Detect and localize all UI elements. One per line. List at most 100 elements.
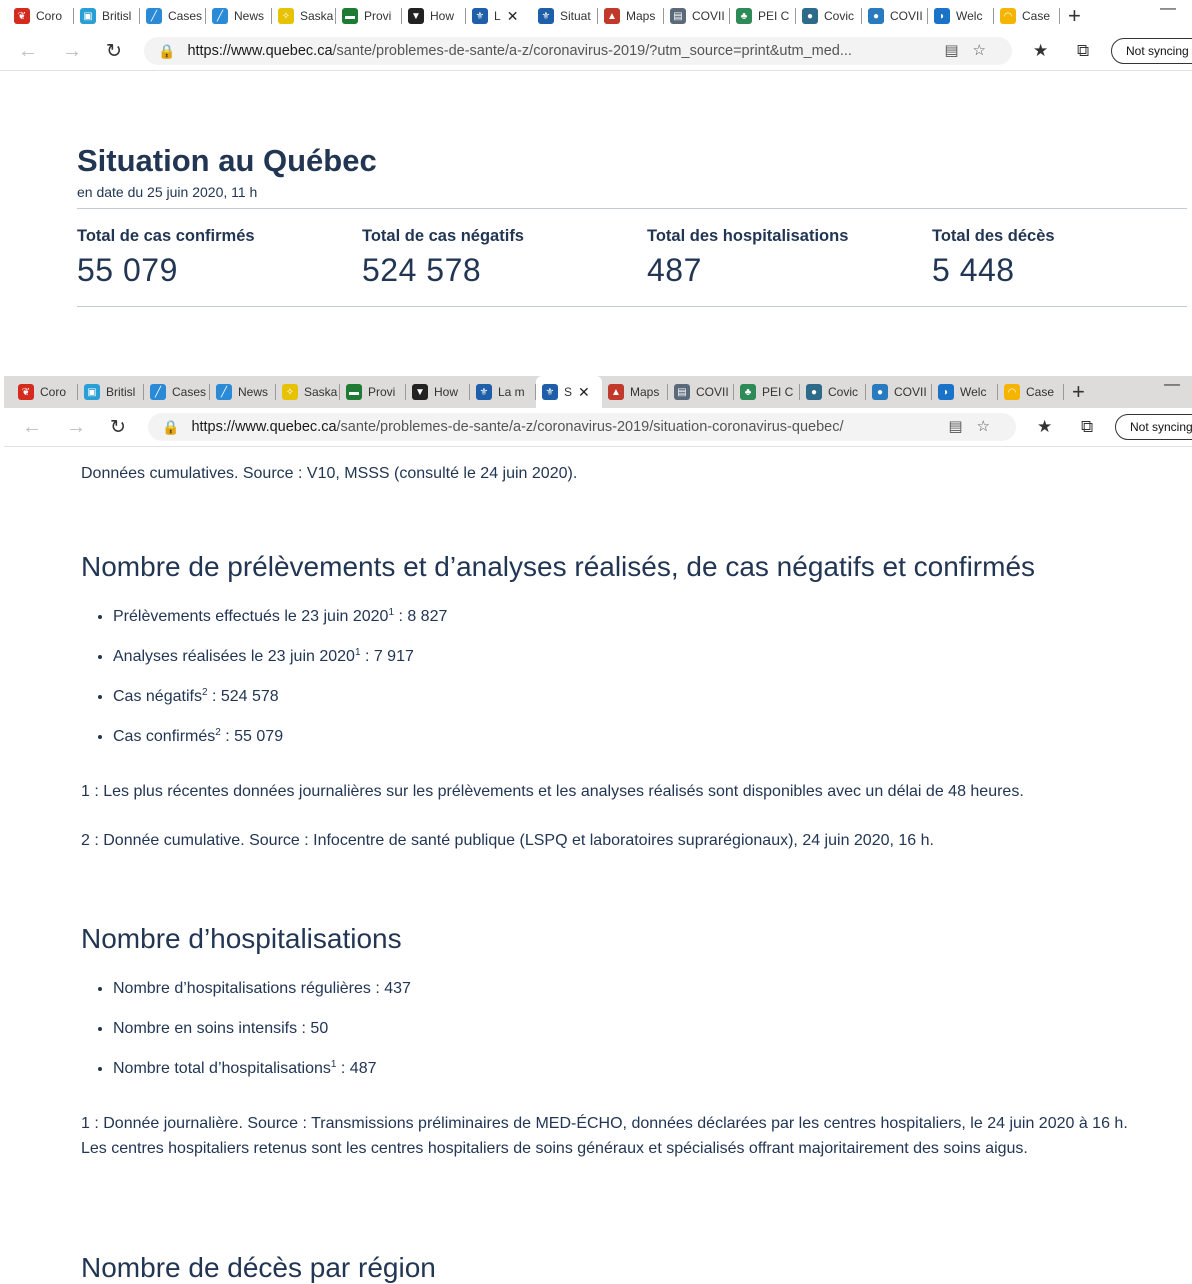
browser-tab[interactable]: ╱ Cases xyxy=(144,376,210,408)
browser-tab[interactable]: ♣ PEI C xyxy=(730,0,796,32)
divider-top xyxy=(77,208,1187,209)
browser-tab[interactable]: ● COVII xyxy=(862,0,928,32)
list-item: Analyses réalisées le 23 juin 20201 : 7 … xyxy=(113,647,1181,667)
tab-favicon-icon: ⚜ xyxy=(542,384,558,400)
browser-tab[interactable]: ╱ Cases xyxy=(140,0,206,32)
tab-separator xyxy=(1063,384,1064,400)
forward-arrow-icon[interactable]: → xyxy=(62,40,82,63)
tab-label: La m xyxy=(498,385,525,399)
browser-tab[interactable]: ● COVII xyxy=(866,376,932,408)
browser-tab[interactable]: ◠ Case xyxy=(998,376,1064,408)
browser-tab[interactable]: ✧ Saska xyxy=(272,0,336,32)
browser-tab[interactable]: ◗ Welc xyxy=(928,0,994,32)
browser-tab[interactable]: ⚜ L ✕ xyxy=(466,0,532,32)
browser-tab[interactable]: ▬ Provi xyxy=(340,376,406,408)
lock-icon: 🔒 xyxy=(158,42,176,59)
stat-label: Total de cas confirmés xyxy=(77,227,255,245)
url-host: https://www.quebec.ca xyxy=(191,419,337,435)
browser-window-2: ❦ Coro ▣ Britisl ╱ Cases ╱ News ✧ Saska ▬ Provi ▼ How… xyxy=(4,376,1192,447)
forward-arrow-icon[interactable]: → xyxy=(66,416,86,439)
browser-tab[interactable]: ╱ News xyxy=(210,376,276,408)
minimize-icon[interactable]: — xyxy=(1160,0,1176,18)
refresh-icon[interactable]: ↻ xyxy=(110,416,126,439)
close-tab-icon[interactable]: ✕ xyxy=(507,8,519,25)
browser-tab[interactable]: ▼ How xyxy=(406,376,470,408)
browser-tab[interactable]: ✧ Saska xyxy=(276,376,340,408)
new-tab-icon[interactable]: + xyxy=(1072,379,1085,405)
browser-tab[interactable]: ▲ Maps xyxy=(598,0,664,32)
tab-separator xyxy=(1059,8,1060,24)
stat-deaths: Total des décès 5 448 xyxy=(932,227,1055,289)
url-field[interactable]: 🔒 https://www.quebec.ca/sante/problemes-… xyxy=(144,37,1012,65)
browser-tab[interactable]: ▤ COVII xyxy=(664,0,730,32)
list-item: Cas négatifs2 : 524 578 xyxy=(113,687,1181,707)
refresh-icon[interactable]: ↻ xyxy=(106,40,122,63)
tab-label: PEI C xyxy=(762,385,794,399)
browser-tab[interactable]: ▣ Britisl xyxy=(74,0,140,32)
footnote-line: 1 : Donnée journalière. Source : Transmi… xyxy=(81,1115,1128,1132)
browser-tab[interactable]: ▲ Maps xyxy=(602,376,668,408)
browser-tab[interactable]: ● Covic xyxy=(796,0,862,32)
tab-favicon-icon: ▼ xyxy=(412,384,428,400)
browser-tab[interactable]: ♣ PEI C xyxy=(734,376,800,408)
not-syncing-button[interactable]: Not syncing xyxy=(1115,414,1192,440)
tests-heading: Nombre de prélèvements et d’analyses réa… xyxy=(81,551,1036,582)
not-syncing-button[interactable]: Not syncing xyxy=(1111,38,1192,64)
stat-value: 487 xyxy=(647,252,702,288)
back-arrow-icon[interactable]: ← xyxy=(18,40,38,63)
browser-tab[interactable]: ◗ Welc xyxy=(932,376,998,408)
browser-tab[interactable]: ◠ Case xyxy=(994,0,1060,32)
tab-label: Case xyxy=(1026,385,1055,399)
main-content: Données cumulatives. Source : V10, MSSS … xyxy=(81,455,1181,1161)
item-value: : 437 xyxy=(370,980,411,997)
tab-favicon-icon: ▣ xyxy=(84,384,100,400)
minimize-icon[interactable]: — xyxy=(1164,376,1180,394)
new-tab-icon[interactable]: + xyxy=(1068,3,1081,29)
browser-tab[interactable]: ▤ COVII xyxy=(668,376,734,408)
browser-tab[interactable]: ▬ Provi xyxy=(336,0,402,32)
reader-favorite-icons[interactable]: ▤☆ xyxy=(944,41,1000,59)
tab-label: Britisl xyxy=(102,9,132,23)
tab-label: L xyxy=(494,9,501,23)
collections-icon[interactable]: ⧉ xyxy=(1081,417,1093,437)
tab-label: Maps xyxy=(630,385,660,399)
browser-tab[interactable]: ▣ Britisl xyxy=(78,376,144,408)
collections-icon[interactable]: ⧉ xyxy=(1077,41,1089,61)
page-title: Situation au Québec xyxy=(77,143,377,178)
tab-favicon-icon: ╱ xyxy=(146,8,162,24)
tab-favicon-icon: ◠ xyxy=(1004,384,1020,400)
tab-label: Provi xyxy=(364,9,392,23)
url-field[interactable]: 🔒 https://www.quebec.ca/sante/problemes-… xyxy=(148,413,1016,441)
tab-favicon-icon: ⚜ xyxy=(476,384,492,400)
tab-label: Situat xyxy=(560,9,591,23)
close-tab-icon[interactable]: ✕ xyxy=(578,384,590,401)
tab-label: Saska xyxy=(304,385,338,399)
browser-tab[interactable]: ▼ How xyxy=(402,0,466,32)
list-item: Prélèvements effectués le 23 juin 20201 … xyxy=(113,607,1181,627)
browser-tab[interactable]: ⚜ Situat xyxy=(532,0,598,32)
tab-label: News xyxy=(238,385,269,399)
update-date: en date du 25 juin 2020, 11 h xyxy=(77,184,258,200)
tab-label: How xyxy=(430,9,455,23)
list-item: Nombre total d’hospitalisations1 : 487 xyxy=(113,1059,1181,1079)
tab-favicon-icon: ● xyxy=(872,384,888,400)
hospitalisations-list: Nombre d’hospitalisations régulières : 4… xyxy=(81,979,1181,1079)
tests-footnote-1: 1 : Les plus récentes données journalièr… xyxy=(81,783,1024,800)
stat-value: 55 079 xyxy=(77,252,178,288)
reader-favorite-icons[interactable]: ▤☆ xyxy=(948,417,1004,435)
tests-footnote-2: 2 : Donnée cumulative. Source : Infocent… xyxy=(81,832,934,849)
tab-favicon-icon: ♣ xyxy=(740,384,756,400)
back-arrow-icon[interactable]: ← xyxy=(22,416,42,439)
deaths-heading: Nombre de décès par région xyxy=(81,1252,436,1283)
browser-tab[interactable]: ⚜ La m xyxy=(470,376,536,408)
tests-list: Prélèvements effectués le 23 juin 20201 … xyxy=(81,607,1181,747)
browser-tab[interactable]: ⚜ S ✕ xyxy=(536,376,602,408)
tab-label: Case xyxy=(1022,9,1051,23)
favorites-icon[interactable]: ★ xyxy=(1033,41,1048,61)
browser-tab[interactable]: ╱ News xyxy=(206,0,272,32)
url-path: /sante/problemes-de-sante/a-z/coronaviru… xyxy=(336,419,844,435)
browser-tab[interactable]: ❦ Coro xyxy=(12,376,78,408)
favorites-icon[interactable]: ★ xyxy=(1037,417,1052,437)
browser-tab[interactable]: ❦ Coro xyxy=(8,0,74,32)
browser-tab[interactable]: ● Covic xyxy=(800,376,866,408)
